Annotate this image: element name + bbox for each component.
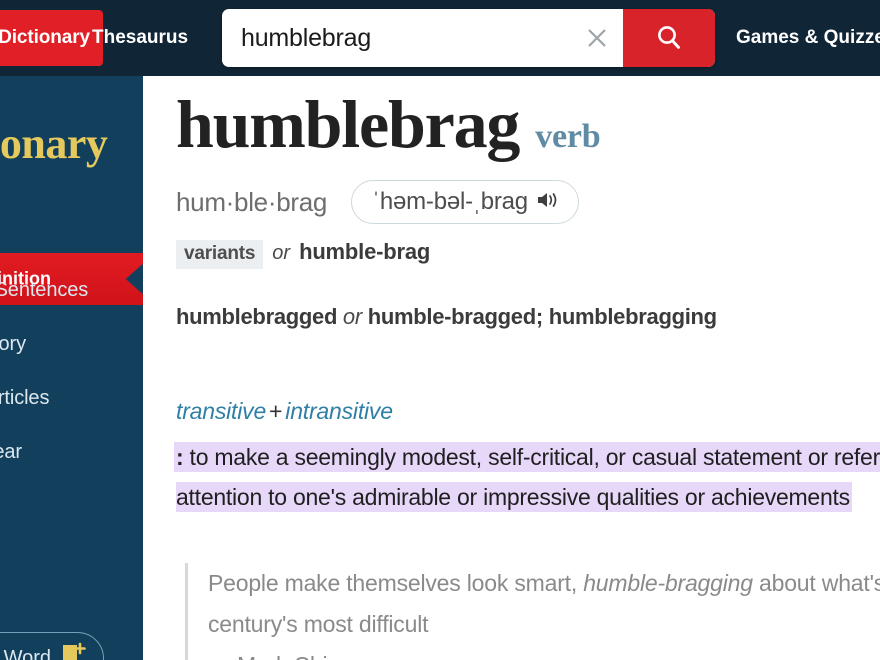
- speaker-icon: [536, 190, 560, 215]
- close-x-icon: [584, 25, 610, 51]
- page-title-headword: humblebrag: [176, 86, 520, 162]
- sidebar-item-more[interactable]: More: [0, 479, 143, 533]
- nav-tab-games-label: Games & Quizzes: [736, 27, 880, 48]
- headword-row: humblebrag verb: [176, 86, 601, 162]
- sidebar-item-example-sentences[interactable]: Example Sentences: [0, 263, 143, 317]
- variants-or: or: [272, 242, 291, 264]
- entry-content: humblebrag verb hum·ble·brag ˈhəm-bəl-ˌb…: [143, 76, 880, 660]
- definition-text: : to make a seemingly modest, self-criti…: [176, 437, 880, 517]
- inflections-or: or: [337, 304, 368, 329]
- pronunciation-audio-button[interactable]: ˈhəm-bəl-ˌbrag: [351, 180, 579, 224]
- search-input[interactable]: [222, 9, 571, 67]
- sidebar-item-label: Entries Near: [0, 440, 22, 463]
- grammar-plus: +: [269, 398, 283, 424]
- variant-form: humble-brag: [299, 239, 431, 264]
- quote-part-2: about: [752, 570, 822, 596]
- save-word-button[interactable]: Save Word: [0, 632, 104, 660]
- grammar-labels-row: transitive + intransitive: [176, 398, 393, 425]
- nav-tab-thesaurus[interactable]: Thesaurus: [92, 10, 188, 66]
- variants-label: variants: [176, 240, 264, 269]
- grammar-label-intransitive[interactable]: intransitive: [285, 398, 393, 424]
- save-word-label: Save Word: [0, 647, 51, 660]
- sidebar-item-word-history[interactable]: Word History: [0, 317, 143, 371]
- sidebar-logo: Dictionary: [0, 119, 108, 168]
- definition-body: to make a seemingly modest, self-critica…: [176, 444, 880, 510]
- inflection-rest: humble-bragged; humblebragging: [367, 304, 717, 329]
- syllabification-row: hum·ble·brag ˈhəm-bəl-ˌbrag: [176, 180, 579, 224]
- sidebar: Dictionary Definition Example Sentences …: [0, 76, 143, 660]
- search-bar: [222, 9, 715, 67]
- magnifying-glass-icon: [653, 22, 685, 54]
- syllabification: hum·ble·brag: [176, 186, 328, 217]
- inflection-past: humblebragged: [176, 304, 338, 329]
- search-clear-button[interactable]: [571, 9, 623, 67]
- bookmark-plus-icon: [60, 642, 86, 660]
- quote-part-1: People make themselves look smart,: [208, 570, 584, 596]
- sidebar-item-related-articles[interactable]: Related Articles: [0, 371, 143, 425]
- top-navigation-bar: Dictionary Thesaurus Games & Quizzes: [0, 0, 880, 76]
- sidebar-item-label: Example Sentences: [0, 278, 89, 301]
- nav-tab-thesaurus-label: Thesaurus: [92, 27, 189, 48]
- quote-italic-term: humble-bragging: [583, 570, 753, 596]
- part-of-speech-label: verb: [535, 118, 601, 155]
- quote-attribution: — Mark Chi: [208, 645, 880, 660]
- example-quote: People make themselves look smart, humbl…: [185, 563, 880, 660]
- variants-row: variants or humble-brag: [176, 239, 430, 269]
- merriam-webster-dictionary-page: Dictionary Thesaurus Games & Quizzes hum…: [0, 0, 880, 660]
- search-submit-button[interactable]: [623, 9, 715, 67]
- nav-tab-dictionary-label: Dictionary: [0, 27, 90, 48]
- inflections-row: humblebragged or humble-bragged; humbleb…: [176, 290, 880, 343]
- nav-tab-games-and-quizzes[interactable]: Games & Quizzes: [736, 10, 880, 66]
- sidebar-item-label: Word History: [0, 332, 27, 355]
- sidebar-nav-list: Example Sentences Word History Related A…: [0, 263, 143, 533]
- grammar-label-transitive[interactable]: transitive: [176, 398, 266, 424]
- sidebar-item-entries-near[interactable]: Entries Near: [0, 425, 143, 479]
- pronunciation-text: ˈhəm-bəl-ˌbrag: [372, 188, 528, 215]
- nav-tab-dictionary[interactable]: Dictionary: [0, 10, 103, 66]
- sidebar-item-label: Related Articles: [0, 386, 50, 409]
